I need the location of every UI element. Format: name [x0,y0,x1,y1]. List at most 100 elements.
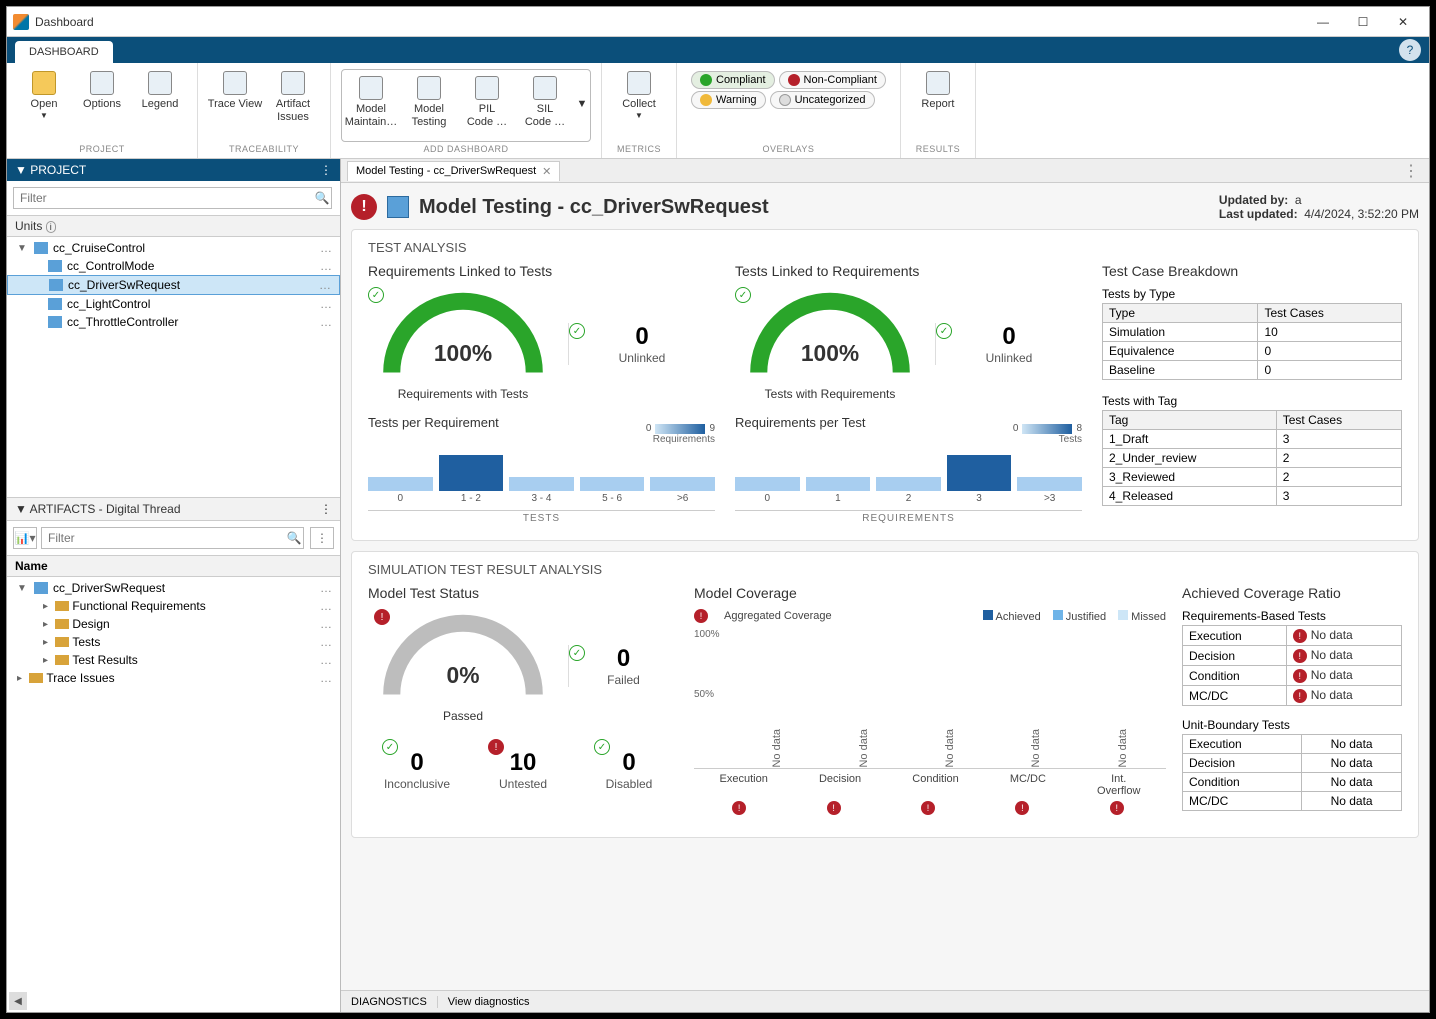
trace-issues-node[interactable]: ▸ Trace Issues… [7,669,340,687]
svg-text:100%: 100% [434,340,492,366]
page-title: Model Testing - cc_DriverSwRequest [419,196,769,219]
model-icon [387,196,409,218]
collect-icon [627,71,651,95]
tree-node-selected[interactable]: cc_DriverSwRequest… [7,275,340,295]
options-button[interactable]: Options [73,67,131,111]
search-icon[interactable]: 🔍 [282,527,306,549]
failed-stat[interactable]: ✓ 0 Failed [568,645,678,687]
req-per-test-histogram[interactable] [735,455,1082,491]
check-icon: ✓ [936,323,952,339]
sil-code-button[interactable]: SIL Code … [516,72,574,129]
artifact-root[interactable]: ▼cc_DriverSwRequest… [7,579,340,597]
folder-icon [29,673,43,683]
unlinked-tests-stat[interactable]: ✓ 0 Unlinked [935,323,1082,365]
section-sim-analysis: SIMULATION TEST RESULT ANALYSIS [368,562,1402,577]
model-maintain-icon [359,76,383,100]
gauge-passed[interactable]: ! 0% Passed [368,609,558,723]
traceview-button[interactable]: Trace View [206,67,264,111]
alert-icon: ! [374,609,390,625]
artifact-node[interactable]: ▸ Design… [7,615,340,633]
svg-text:100%: 100% [801,340,859,366]
alert-icon: ! [694,609,708,623]
artifact-node[interactable]: ▸ Test Results… [7,651,340,669]
pil-code-button[interactable]: PIL Code … [458,72,516,129]
check-icon: ✓ [569,645,585,661]
overlay-uncategorized-toggle[interactable]: Uncategorized [770,91,875,109]
ribbon-tab-strip: DASHBOARD ? [7,37,1429,63]
close-button[interactable]: ✕ [1383,8,1423,36]
status-bar: DIAGNOSTICS View diagnostics [341,990,1429,1012]
report-icon [926,71,950,95]
req-based-tests-table[interactable]: Execution!No data Decision!No data Condi… [1182,625,1402,706]
open-button[interactable]: Open▼ [15,67,73,121]
maximize-button[interactable]: ☐ [1343,8,1383,36]
tab-close-icon[interactable]: ✕ [542,165,551,178]
view-diagnostics-link[interactable]: View diagnostics [438,996,540,1008]
nav-back-button[interactable]: ◀ [9,992,27,1010]
model-icon [48,260,62,272]
untested-stat[interactable]: !10Untested [474,739,572,791]
app-logo-icon [13,14,29,30]
overlay-compliant-toggle[interactable]: Compliant [691,71,775,89]
artifact-issues-button[interactable]: Artifact Issues [264,67,322,124]
check-icon: ✓ [569,323,585,339]
tree-root[interactable]: ▼cc_CruiseControl… [7,239,340,257]
alert-icon: ! [827,801,841,815]
tab-menu-icon[interactable]: ⋮ [1403,161,1429,181]
model-maintain-button[interactable]: Model Maintain… [342,72,400,129]
help-icon[interactable]: ? [1399,39,1421,61]
window-title: Dashboard [35,15,1303,29]
alert-icon: ! [1110,801,1124,815]
overlay-warning-toggle[interactable]: Warning [691,91,766,109]
check-icon: ✓ [735,287,751,303]
chart-icon[interactable]: 📊▾ [13,527,37,549]
tests-with-tag-table[interactable]: TagTest Cases 1_Draft3 2_Under_review2 3… [1102,410,1402,506]
sil-icon [533,76,557,100]
alert-icon: ! [488,739,504,755]
project-filter-input[interactable] [13,187,332,209]
minimize-button[interactable]: — [1303,8,1343,36]
document-tab[interactable]: Model Testing - cc_DriverSwRequest✕ [347,161,560,181]
artifacts-panel-header: ▼ ARTIFACTS - Digital Thread ⋮ [7,497,340,521]
artifact-node[interactable]: ▸ Tests… [7,633,340,651]
tree-node[interactable]: cc_ControlMode… [7,257,340,275]
artifacts-menu-icon[interactable]: ⋮ [320,502,332,516]
tests-by-type-table[interactable]: TypeTest Cases Simulation10 Equivalence0… [1102,303,1402,380]
alert-icon: ! [351,194,377,220]
model-icon [34,242,48,254]
artifact-node[interactable]: ▸ Functional Requirements… [7,597,340,615]
search-icon[interactable]: 🔍 [310,187,334,209]
project-panel-header: ▼ PROJECT ⋮ [7,159,340,181]
coverage-chart[interactable]: 100% 50% No data No data No data No data… [694,629,1166,769]
req-linked-title: Requirements Linked to Tests [368,263,715,279]
report-button[interactable]: Report [909,67,967,111]
unit-boundary-tests-table[interactable]: ExecutionNo data DecisionNo data Conditi… [1182,734,1402,811]
artifacts-filter-input[interactable] [41,527,304,549]
section-test-analysis: TEST ANALYSIS [368,240,1402,255]
add-dashboard-dropdown[interactable]: ▼ [574,72,590,111]
tree-node[interactable]: cc_LightControl… [7,295,340,313]
tree-node[interactable]: cc_ThrottleController… [7,313,340,331]
model-testing-icon [417,76,441,100]
disabled-stat[interactable]: ✓0Disabled [580,739,678,791]
svg-text:0%: 0% [447,662,480,688]
gauge-tests-req[interactable]: ✓ 100% Tests with Requirements [735,287,925,401]
artifacts-options-icon[interactable]: ⋮ [310,527,334,549]
model-icon [48,316,62,328]
gauge-req-tests[interactable]: ✓ 100% Requirements with Tests [368,287,558,401]
tests-per-req-histogram[interactable] [368,455,715,491]
folder-icon [55,637,69,647]
model-testing-button[interactable]: Model Testing [400,72,458,129]
alert-icon: ! [732,801,746,815]
collect-button[interactable]: Collect▼ [610,67,668,121]
inconclusive-stat[interactable]: ✓0Inconclusive [368,739,466,791]
document-tabs: Model Testing - cc_DriverSwRequest✕ ⋮ [341,159,1429,183]
legend-icon [148,71,172,95]
diagnostics-tab[interactable]: DIAGNOSTICS [341,996,438,1008]
overlay-noncompliant-toggle[interactable]: Non-Compliant [779,71,886,89]
alert-icon: ! [921,801,935,815]
project-menu-icon[interactable]: ⋮ [320,163,332,177]
legend-button[interactable]: Legend [131,67,189,111]
unlinked-req-stat[interactable]: ✓ 0 Unlinked [568,323,715,365]
ribbon-tab-dashboard[interactable]: DASHBOARD [15,41,113,63]
